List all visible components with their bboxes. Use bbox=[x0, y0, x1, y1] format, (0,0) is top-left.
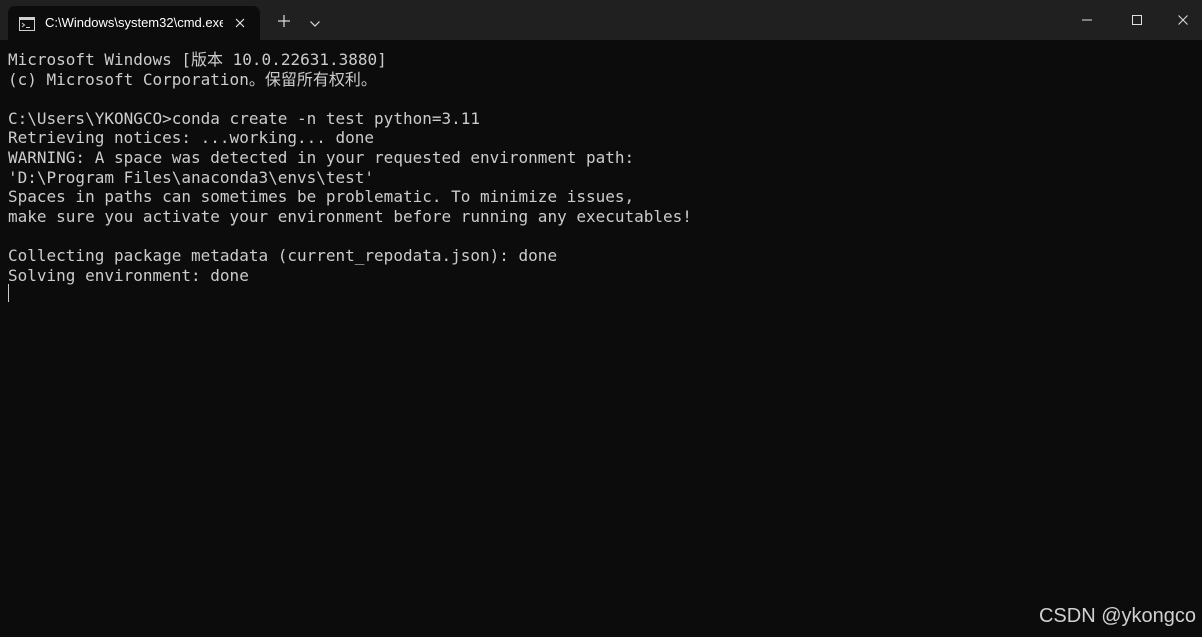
close-icon[interactable] bbox=[231, 14, 249, 32]
chevron-down-icon bbox=[309, 13, 321, 32]
watermark: CSDN @ykongco bbox=[1038, 605, 1196, 627]
minimize-button[interactable] bbox=[1064, 0, 1110, 40]
maximize-icon bbox=[1131, 11, 1143, 30]
new-tab-button[interactable] bbox=[270, 8, 298, 36]
terminal-lines: Microsoft Windows [版本 10.0.22631.3880] (… bbox=[8, 50, 692, 285]
terminal-line: WARNING: A space was detected in your re… bbox=[8, 147, 635, 167]
close-window-button[interactable] bbox=[1160, 0, 1202, 40]
tab-cmd[interactable]: C:\Windows\system32\cmd.exe bbox=[8, 6, 260, 40]
minimize-icon bbox=[1081, 11, 1093, 30]
terminal-line: Spaces in paths can sometimes be problem… bbox=[8, 187, 635, 207]
terminal-line: Retrieving notices: ...working... done bbox=[8, 128, 375, 148]
tab-dropdown-button[interactable] bbox=[303, 8, 327, 36]
terminal-line: make sure you activate your environment … bbox=[8, 206, 692, 226]
title-bar[interactable]: C:\Windows\system32\cmd.exe bbox=[0, 0, 1202, 40]
tab-title: C:\Windows\system32\cmd.exe bbox=[45, 15, 223, 30]
terminal-line: Collecting package metadata (current_rep… bbox=[8, 245, 558, 265]
text-cursor bbox=[8, 284, 9, 302]
terminal-line: Solving environment: done bbox=[8, 265, 249, 285]
maximize-button[interactable] bbox=[1114, 0, 1160, 40]
terminal-line: Microsoft Windows [版本 10.0.22631.3880] bbox=[8, 50, 387, 69]
terminal-line: (c) Microsoft Corporation。保留所有权利。 bbox=[8, 69, 377, 89]
terminal-app-icon bbox=[19, 16, 35, 31]
plus-icon bbox=[277, 13, 291, 32]
terminal-output[interactable]: Microsoft Windows [版本 10.0.22631.3880] (… bbox=[0, 40, 1202, 637]
close-icon bbox=[1177, 11, 1189, 30]
terminal-window: C:\Windows\system32\cmd.exe Microsoft Wi… bbox=[0, 0, 1202, 637]
terminal-line: 'D:\Program Files\anaconda3\envs\test' bbox=[8, 167, 375, 187]
terminal-line: C:\Users\YKONGCO>conda create -n test py… bbox=[8, 108, 481, 128]
